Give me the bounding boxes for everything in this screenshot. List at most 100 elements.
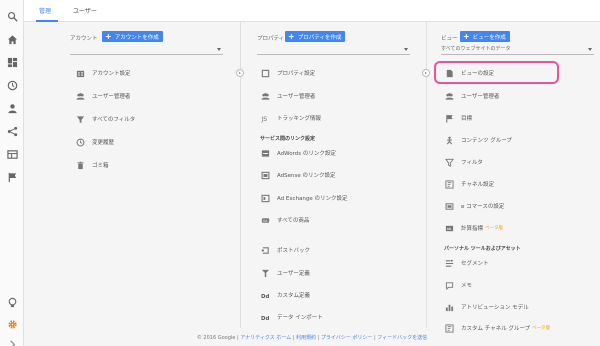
property-item-label: ユーザー管理者 (277, 94, 316, 100)
beta-badge: ベータ版 (485, 226, 504, 231)
channel-icon (444, 179, 454, 189)
person-icon[interactable] (6, 102, 18, 114)
tab-admin[interactable]: 管理 (39, 6, 51, 15)
memo-icon (444, 280, 454, 290)
search-icon[interactable] (6, 10, 18, 22)
segments-item[interactable]: セグメント (444, 257, 489, 269)
building-icon (75, 68, 85, 78)
table-icon[interactable] (6, 148, 18, 160)
footer-link-feedback[interactable]: フィードバックを送信 (377, 335, 427, 341)
chevron-down-icon (588, 48, 592, 51)
view-personal-label: セグメント (461, 261, 489, 267)
users-icon (444, 91, 454, 101)
account-selector[interactable] (70, 45, 223, 55)
property-heading: プロパティ (257, 36, 285, 42)
home-icon[interactable] (6, 33, 18, 45)
cart-icon (444, 201, 454, 211)
view-item-label: チャネル設定 (461, 182, 494, 188)
account-all-filters-item[interactable]: すべてのフィルタ (75, 113, 135, 125)
postback-item[interactable]: ポストバック (260, 244, 310, 256)
create-property-button[interactable]: + プロパティを作成 (285, 31, 346, 42)
property-more-label: カスタム定義 (277, 293, 311, 299)
user-defined-item[interactable]: ユーザー定義 (260, 267, 310, 279)
flag-icon (444, 113, 454, 123)
ecommerce-settings-item[interactable]: e コマースの設定 (444, 200, 504, 212)
clock-icon[interactable] (6, 79, 18, 91)
svg-text:JS: JS (261, 116, 267, 123)
property-item-label: プロパティ設定 (277, 71, 316, 77)
view-settings-highlight (434, 61, 559, 84)
annotations-item[interactable]: メモ (444, 279, 472, 291)
property-link-label: AdWords のリンク設定 (277, 151, 336, 157)
calculated-metrics-item[interactable]: ab 計算指標 ベータ版 (444, 222, 503, 234)
view-personal-label: カスタム チャネル グループ (461, 326, 531, 332)
attribution-models-item[interactable]: アトリビューション モデル (444, 301, 529, 313)
content-grouping-item[interactable]: コンテンツ グループ (444, 134, 512, 146)
channel-settings-item[interactable]: チャネル設定 (444, 178, 494, 190)
account-settings-item[interactable]: アカウント設定 (75, 67, 131, 79)
postback-icon (260, 245, 270, 255)
filters-item[interactable]: フィルタ (444, 156, 483, 168)
user-defined-icon (260, 268, 270, 278)
footer-link-privacy[interactable]: プライバシー ポリシー (321, 335, 373, 341)
view-selector[interactable]: すべてのウェブサイトのデータ (441, 45, 594, 55)
dashboard-icon[interactable] (6, 56, 18, 68)
all-products-item[interactable]: GA すべての商品 (260, 214, 309, 226)
share-icon[interactable] (6, 125, 18, 137)
create-account-button[interactable]: + アカウントを作成 (102, 31, 163, 42)
svg-text:ab: ab (446, 226, 451, 230)
account-column: アカウント + アカウントを作成 アカウント設定 ユーザー管理者 すべてのフィル… (24, 22, 239, 328)
footer-link-home[interactable]: アナリティクス ホーム (240, 335, 291, 341)
flag-icon[interactable] (6, 171, 18, 183)
svg-text:Dd: Dd (261, 293, 269, 299)
goals-item[interactable]: 目標 (444, 112, 472, 124)
adsense-icon (260, 170, 270, 180)
column-nav-circle[interactable] (422, 69, 430, 77)
view-item-label: ユーザー管理者 (461, 94, 500, 100)
js-icon: JS (260, 113, 270, 123)
custom-channel-grouping-item[interactable]: カスタム チャネル グループ ベータ版 (444, 322, 550, 334)
footer-link-terms[interactable]: 利用規約 (296, 335, 316, 341)
property-item-label: トラッキング情報 (277, 116, 321, 122)
plus-icon: + (105, 31, 112, 41)
dd-icon: Dd (260, 290, 270, 300)
property-column: プロパティ + プロパティを作成 プロパティ設定 ユーザー管理者 JS トラッキ… (240, 22, 426, 328)
beta-badge: ベータ版 (532, 326, 551, 331)
gear-icon[interactable] (6, 318, 18, 330)
property-tracking-info-item[interactable]: JS トラッキング情報 (260, 112, 321, 124)
create-view-button[interactable]: + ビューを作成 (460, 31, 510, 42)
property-link-label: Ad Exchange のリンク設定 (277, 196, 348, 202)
filter-icon (444, 157, 454, 167)
users-icon (260, 91, 270, 101)
view-user-management-item[interactable]: ユーザー管理者 (444, 90, 499, 102)
filter-icon (75, 114, 85, 124)
account-user-management-item[interactable]: ユーザー管理者 (75, 90, 130, 102)
view-personal-label: アトリビューション モデル (461, 305, 529, 311)
property-link-label: AdSense のリンク設定 (277, 173, 336, 179)
account-change-history-item[interactable]: 変更履歴 (75, 136, 114, 148)
adwords-link-item[interactable]: AdWords のリンク設定 (260, 147, 336, 159)
bulb-icon[interactable] (6, 296, 18, 308)
custom-definitions-item[interactable]: Dd カスタム定義 (260, 289, 311, 301)
adsense-link-item[interactable]: AdSense のリンク設定 (260, 169, 336, 181)
property-user-management-item[interactable]: ユーザー管理者 (260, 90, 315, 102)
account-trash-item[interactable]: ゴミ箱 (75, 159, 109, 171)
adwords-icon (260, 148, 270, 158)
content-group-icon (444, 135, 454, 145)
create-property-label: プロパティを作成 (297, 34, 342, 41)
view-selector-value: すべてのウェブサイトのデータ (441, 46, 511, 52)
view-item-label: 計算指標 (461, 226, 484, 232)
tab-user[interactable]: ユーザー (73, 6, 97, 15)
adexchange-link-item[interactable]: Ad Exchange のリンク設定 (260, 192, 348, 204)
property-settings-item[interactable]: プロパティ設定 (260, 67, 315, 79)
expand-icon[interactable] (6, 338, 18, 346)
view-item-label: フィルタ (461, 160, 483, 166)
account-item-label: ユーザー管理者 (92, 94, 131, 100)
property-selector[interactable] (257, 45, 410, 55)
square-icon (260, 68, 270, 78)
footer: © 2016 Google | アナリティクス ホーム | 利用規約 | プライ… (24, 334, 600, 346)
column-nav-circle[interactable] (236, 69, 244, 77)
top-tab-bar: 管理 ユーザー (24, 0, 600, 22)
data-import-item[interactable]: Dd データ インポート (260, 311, 323, 323)
left-rail (0, 0, 24, 346)
